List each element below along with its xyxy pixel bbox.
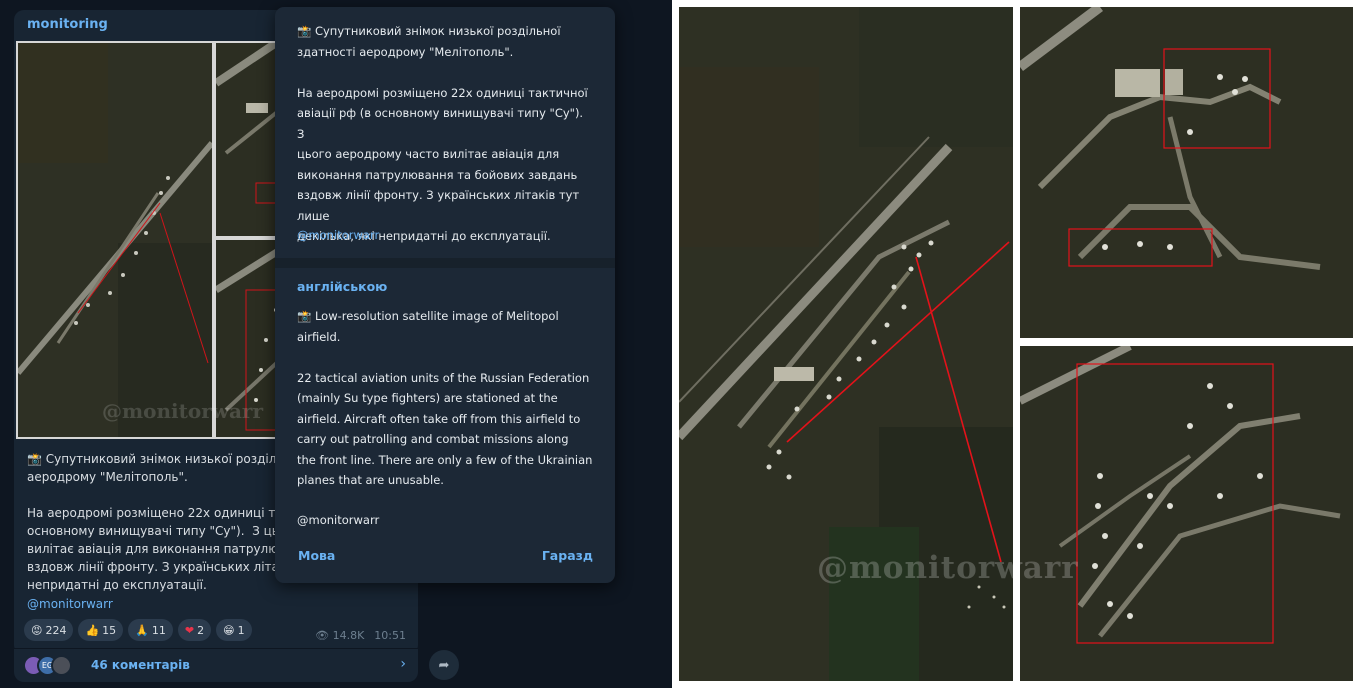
reaction-count: 11 [151, 623, 166, 637]
pray-emoji-icon: 🙏 [135, 623, 149, 637]
post-time: 10:51 [374, 629, 406, 642]
share-icon: ➦ [438, 657, 450, 673]
channel-name[interactable]: monitoring [27, 17, 108, 32]
commenter-avatars: EG [23, 655, 72, 676]
reaction-angry[interactable]: 😡 224 [24, 619, 74, 641]
reaction-heart[interactable]: ❤ 2 [177, 619, 212, 641]
views-count: 14.8K [332, 629, 365, 642]
popup-divider [275, 258, 615, 268]
reaction-count: 224 [45, 623, 67, 637]
ok-button[interactable]: Гаразд [542, 548, 593, 563]
reaction-count: 2 [197, 623, 205, 637]
eye-icon: 👁 [315, 629, 330, 642]
telegram-window: monitoring @monitorwarr 📸 Супутниковий з… [0, 0, 672, 688]
target-language-label: англійською [297, 279, 388, 294]
avatar [51, 655, 72, 676]
post-channel-link[interactable]: @monitorwarr [27, 597, 113, 611]
grin-emoji-icon: 😁 [223, 623, 235, 637]
comments-count-label[interactable]: 46 коментарів [91, 658, 190, 672]
reaction-thumbs-up[interactable]: 👍 15 [78, 619, 124, 641]
screenshot: monitoring @monitorwarr 📸 Супутниковий з… [0, 0, 1360, 688]
reaction-count: 15 [102, 623, 117, 637]
angry-emoji-icon: 😡 [31, 623, 43, 637]
collage-watermark: @monitorwarr [817, 550, 1079, 586]
post-meta: 👁 14.8K 10:51 [315, 629, 406, 642]
comments-bar[interactable]: EG 46 коментарів › [14, 648, 418, 682]
media-watermark: @monitorwarr [102, 399, 264, 423]
reactions-bar: 😡 224 👍 15 🙏 11 ❤ 2 😁 1 [24, 619, 252, 641]
views-counter: 👁 14.8K [315, 629, 364, 642]
reaction-count: 1 [237, 623, 245, 637]
original-text: 📸 Супутниковий знімок низької роздільної… [297, 24, 588, 243]
thumbs-up-emoji-icon: 👍 [85, 623, 100, 637]
reaction-pray[interactable]: 🙏 11 [128, 619, 173, 641]
satellite-image-detail-bottom [1020, 346, 1353, 681]
translated-channel-link: @monitorwarr [297, 513, 380, 527]
satellite-collage: @monitorwarr [672, 0, 1360, 688]
share-button[interactable]: ➦ [429, 650, 459, 680]
translation-popup: 📸 Супутниковий знімок низької роздільної… [275, 7, 615, 583]
media-tile-main[interactable] [18, 43, 212, 437]
satellite-image-detail-top [1020, 7, 1353, 338]
original-channel-link[interactable]: @monitorwarr [297, 228, 379, 242]
chevron-right-icon[interactable]: › [400, 656, 406, 672]
translated-text: 📸 Low-resolution satellite image of Meli… [297, 309, 593, 487]
heart-emoji-icon: ❤ [184, 623, 195, 637]
language-button[interactable]: Мова [298, 548, 335, 563]
reaction-grin[interactable]: 😁 1 [216, 619, 252, 641]
